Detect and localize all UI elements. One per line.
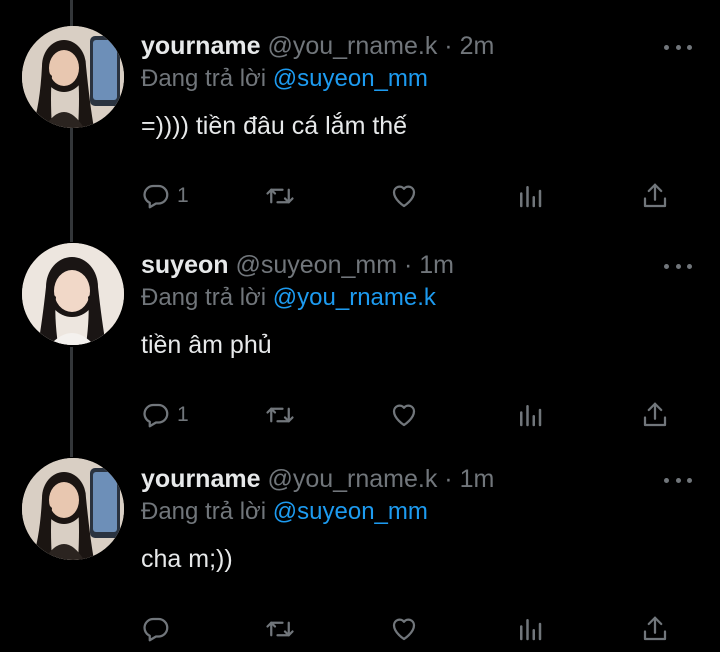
retweet-button[interactable]	[265, 395, 295, 435]
tweet-text: tiền âm phủ	[141, 331, 272, 359]
more-icon[interactable]	[664, 39, 692, 55]
replying-to-label: Đang trả lời	[141, 65, 267, 92]
separator-dot: ·	[444, 465, 453, 493]
mention-link[interactable]: @you_rname.k	[273, 284, 436, 311]
share-icon	[643, 183, 667, 208]
retweet-button[interactable]	[265, 176, 295, 216]
reply-button[interactable]: 1	[141, 395, 189, 435]
like-button[interactable]	[389, 609, 419, 649]
mention-link[interactable]: @suyeon_mm	[273, 498, 428, 525]
avatar[interactable]	[22, 243, 124, 345]
share-button[interactable]	[640, 176, 670, 216]
analytics-icon	[520, 186, 542, 208]
display-name[interactable]: yourname	[141, 465, 260, 493]
analytics-icon	[520, 405, 542, 427]
user-handle[interactable]: @you_rname.k	[267, 465, 437, 493]
tweet-actions: 1	[0, 176, 720, 216]
like-button[interactable]	[389, 395, 419, 435]
analytics-icon	[520, 619, 542, 641]
like-button[interactable]	[389, 176, 419, 216]
tweet-actions	[0, 609, 720, 649]
tweet-actions: 1	[0, 395, 720, 435]
thread-line-top	[70, 0, 73, 26]
display-name[interactable]: suyeon	[141, 251, 229, 279]
reply-button[interactable]	[141, 609, 177, 649]
replying-to-label: Đang trả lời	[141, 498, 267, 525]
share-icon	[643, 616, 667, 641]
tweet-text: =)))) tiền đâu cá lắm thế	[141, 112, 408, 140]
replying-to: Đang trả lời @suyeon_mm	[141, 64, 428, 94]
timestamp[interactable]: 1m	[460, 465, 495, 493]
replying-to: Đang trả lời @you_rname.k	[141, 283, 436, 313]
heart-icon	[392, 185, 416, 208]
tweet[interactable]: yourname @you_rname.k · 2m Đang trả lời …	[0, 26, 720, 231]
reply-icon	[143, 403, 169, 428]
tweet-text: cha m;))	[141, 545, 233, 573]
timestamp[interactable]: 2m	[460, 32, 495, 60]
share-icon	[643, 402, 667, 427]
views-button[interactable]	[515, 176, 545, 216]
retweet-button[interactable]	[265, 609, 295, 649]
reply-icon	[143, 617, 169, 642]
timestamp[interactable]: 1m	[419, 251, 454, 279]
replying-to-label: Đang trả lời	[141, 284, 267, 311]
retweet-icon	[266, 621, 294, 637]
display-name[interactable]: yourname	[141, 32, 260, 60]
mention-link[interactable]: @suyeon_mm	[273, 65, 428, 92]
reply-count: 1	[177, 184, 189, 207]
user-handle[interactable]: @you_rname.k	[267, 32, 437, 60]
reply-icon	[143, 184, 169, 209]
avatar[interactable]	[22, 458, 124, 560]
avatar[interactable]	[22, 26, 124, 128]
separator-dot: ·	[444, 32, 453, 60]
more-icon[interactable]	[664, 472, 692, 488]
reply-button[interactable]: 1	[141, 176, 189, 216]
retweet-icon	[266, 188, 294, 204]
views-button[interactable]	[515, 395, 545, 435]
user-handle[interactable]: @suyeon_mm	[235, 251, 397, 279]
heart-icon	[392, 404, 416, 427]
replying-to: Đang trả lời @suyeon_mm	[141, 497, 428, 527]
tweet-header: suyeon @suyeon_mm · 1m	[141, 250, 454, 280]
tweet-header: yourname @you_rname.k · 1m	[141, 464, 494, 494]
share-button[interactable]	[640, 395, 670, 435]
heart-icon	[392, 618, 416, 641]
tweet-header: yourname @you_rname.k · 2m	[141, 31, 494, 61]
tweet[interactable]: suyeon @suyeon_mm · 1m Đang trả lời @you…	[0, 243, 720, 450]
retweet-icon	[266, 407, 294, 423]
tweet[interactable]: yourname @you_rname.k · 1m Đang trả lời …	[0, 458, 720, 652]
views-button[interactable]	[515, 609, 545, 649]
share-button[interactable]	[640, 609, 670, 649]
more-icon[interactable]	[664, 258, 692, 274]
reply-count: 1	[177, 403, 189, 426]
separator-dot: ·	[404, 251, 413, 279]
